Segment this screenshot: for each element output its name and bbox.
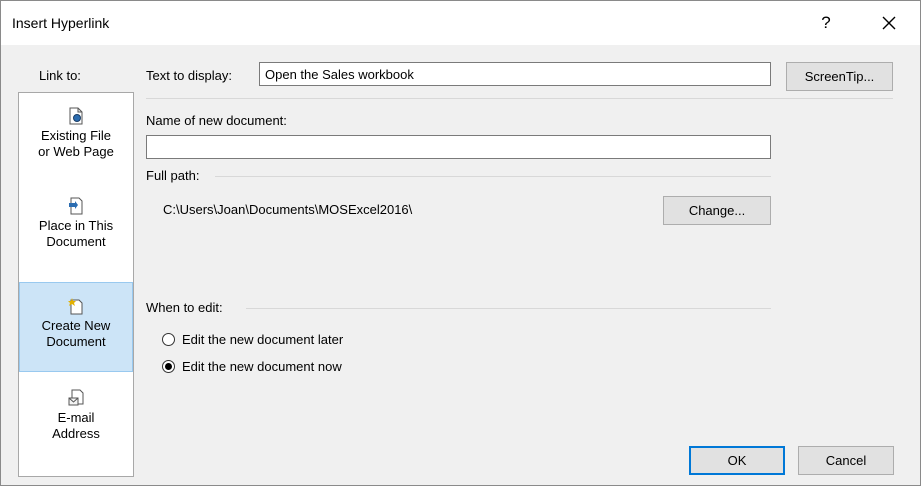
edit-later-radio[interactable] [162, 333, 175, 346]
nav-item-label: Create New [41, 318, 111, 333]
edit-now-label: Edit the new document now [182, 359, 342, 374]
new-document-icon [68, 298, 83, 315]
ok-button[interactable]: OK [689, 446, 785, 475]
nav-existing-file-or-web-page[interactable]: Existing File or Web Page [19, 107, 133, 177]
edit-now-radio[interactable] [162, 360, 175, 373]
cancel-button[interactable]: Cancel [798, 446, 894, 475]
insert-hyperlink-dialog: Insert Hyperlink ? Link to: Existing Fil… [0, 0, 921, 486]
nav-create-new-document[interactable]: Create New Document [19, 282, 133, 372]
edit-later-option[interactable]: Edit the new document later [162, 331, 422, 349]
when-to-edit-label: When to edit: [146, 300, 223, 315]
when-to-edit-divider [246, 308, 771, 309]
full-path-divider [215, 176, 771, 177]
close-icon [882, 16, 896, 30]
nav-place-in-this-document[interactable]: Place in This Document [19, 197, 133, 273]
nav-email-address[interactable]: E-mail Address [19, 389, 133, 459]
full-path-value: C:\Users\Joan\Documents\MOSExcel2016\ [163, 202, 413, 217]
nav-item-label: Document [46, 334, 106, 349]
nav-item-label: Address [52, 426, 100, 441]
document-place-icon [69, 197, 83, 215]
dialog-title: Insert Hyperlink [12, 15, 110, 31]
email-icon [68, 389, 84, 406]
help-button[interactable]: ? [811, 9, 841, 37]
nav-item-label: Existing File [40, 128, 112, 143]
nav-item-label: Place in This [38, 218, 114, 233]
close-button[interactable] [869, 9, 909, 37]
edit-now-option[interactable]: Edit the new document now [162, 358, 422, 376]
nav-item-label: or Web Page [38, 144, 114, 159]
change-button[interactable]: Change... [663, 196, 771, 225]
edit-later-label: Edit the new document later [182, 332, 344, 347]
text-to-display-input[interactable] [259, 62, 771, 86]
file-globe-icon [69, 107, 83, 125]
nav-item-label: E-mail [57, 410, 95, 425]
full-path-label: Full path: [146, 168, 200, 183]
new-document-name-label: Name of new document: [146, 113, 287, 128]
nav-item-label: Document [46, 234, 106, 249]
link-to-label: Link to: [39, 68, 81, 83]
radio-selected-dot [165, 363, 172, 370]
title-bar: Insert Hyperlink ? [1, 1, 920, 45]
text-to-display-label: Text to display: [146, 68, 232, 83]
screentip-button[interactable]: ScreenTip... [786, 62, 893, 91]
divider [146, 98, 893, 99]
link-to-panel: Existing File or Web Page Place in This … [18, 92, 134, 477]
new-document-name-input[interactable] [146, 135, 771, 159]
